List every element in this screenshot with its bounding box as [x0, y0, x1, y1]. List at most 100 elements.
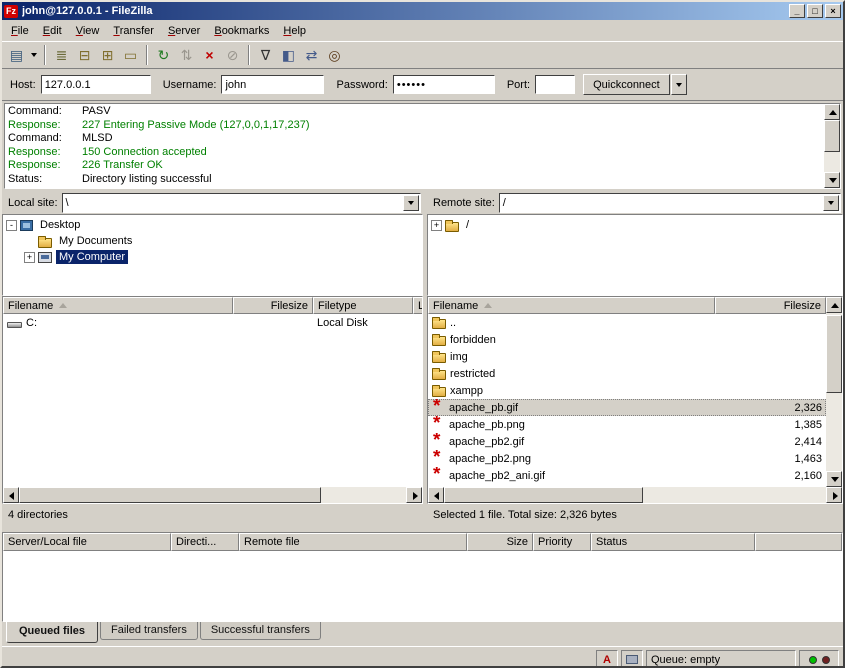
- column-header-status[interactable]: Status: [591, 533, 755, 551]
- combo-dropdown-button[interactable]: [823, 195, 839, 211]
- menu-help[interactable]: Help: [276, 22, 313, 40]
- cancel-button[interactable]: ×: [198, 44, 221, 66]
- column-header-last-modified[interactable]: L: [413, 297, 423, 314]
- title-bar[interactable]: Fz john@127.0.0.1 - FileZilla _ □ ×: [2, 2, 843, 20]
- collapse-icon[interactable]: -: [6, 220, 17, 231]
- menu-edit[interactable]: Edit: [36, 22, 69, 40]
- host-input[interactable]: [41, 75, 151, 94]
- scroll-down-icon[interactable]: [824, 172, 840, 188]
- image-file-icon: [432, 401, 445, 415]
- tree-item-my-documents[interactable]: My Documents: [4, 233, 421, 249]
- remote-horizontal-scrollbar[interactable]: [428, 487, 842, 503]
- remote-directory-tree: + /: [427, 214, 843, 296]
- tree-item-my-computer[interactable]: + My Computer: [4, 249, 421, 265]
- file-row[interactable]: xampp: [428, 382, 826, 399]
- scroll-down-icon[interactable]: [826, 471, 842, 487]
- scrollbar-thumb[interactable]: [444, 487, 643, 503]
- file-row[interactable]: ..: [428, 314, 826, 331]
- file-name: ..: [450, 317, 456, 329]
- port-input[interactable]: [535, 75, 575, 94]
- toggle-message-log-button[interactable]: ≣: [50, 44, 73, 66]
- toggle-remote-tree-button[interactable]: ⊞: [96, 44, 119, 66]
- toolbar-separator: [248, 45, 250, 65]
- quickconnect-button[interactable]: Quickconnect: [583, 74, 670, 95]
- sort-ascending-icon: [484, 303, 492, 308]
- file-row-selected[interactable]: apache_pb.gif 2,326: [428, 399, 826, 416]
- column-header-filesize[interactable]: Filesize: [715, 297, 826, 314]
- close-button[interactable]: ×: [825, 4, 841, 18]
- file-row[interactable]: apache_pb2.png 1,463: [428, 450, 826, 467]
- local-horizontal-scrollbar[interactable]: [3, 487, 422, 503]
- maximize-button[interactable]: □: [807, 4, 823, 18]
- log-line: Status:Directory listing successful: [8, 173, 821, 187]
- message-log-icon: ≣: [56, 48, 68, 62]
- menu-server[interactable]: Server: [161, 22, 207, 40]
- column-header-direction[interactable]: Directi...: [171, 533, 239, 551]
- find-button[interactable]: ◎: [323, 44, 346, 66]
- scroll-left-icon[interactable]: [428, 487, 444, 503]
- tree-item-label: My Documents: [56, 234, 135, 248]
- menu-transfer[interactable]: Transfer: [106, 22, 161, 40]
- scrollbar-track[interactable]: [824, 120, 840, 172]
- column-header-filename[interactable]: Filename: [3, 297, 233, 314]
- scrollbar-thumb[interactable]: [824, 120, 840, 152]
- quickconnect-dropdown[interactable]: [671, 74, 687, 95]
- file-row[interactable]: img: [428, 348, 826, 365]
- file-row[interactable]: forbidden: [428, 331, 826, 348]
- scrollbar-track[interactable]: [826, 313, 842, 471]
- scrollbar-thumb[interactable]: [19, 487, 321, 503]
- column-header-filename[interactable]: Filename: [428, 297, 715, 314]
- minimize-button[interactable]: _: [789, 4, 805, 18]
- scrollbar-thumb[interactable]: [826, 315, 842, 393]
- file-row[interactable]: restricted: [428, 365, 826, 382]
- raw-listing-indicator[interactable]: [621, 650, 643, 668]
- column-header-remote-file[interactable]: Remote file: [239, 533, 467, 551]
- tree-item-root[interactable]: + /: [429, 217, 841, 233]
- toggle-local-tree-button[interactable]: ⊟: [73, 44, 96, 66]
- filter-button[interactable]: ∇: [254, 44, 277, 66]
- file-row[interactable]: C: Local Disk: [3, 314, 422, 331]
- data-type-indicator[interactable]: A: [596, 650, 618, 668]
- site-manager-button[interactable]: ▤: [5, 44, 28, 66]
- site-manager-dropdown[interactable]: [28, 44, 40, 66]
- process-queue-button[interactable]: ⇅: [175, 44, 198, 66]
- scroll-right-icon[interactable]: [406, 487, 422, 503]
- expand-icon[interactable]: +: [24, 252, 35, 263]
- username-input[interactable]: [221, 75, 324, 94]
- scroll-right-icon[interactable]: [826, 487, 842, 503]
- column-header-size[interactable]: Size: [467, 533, 533, 551]
- menu-bookmarks[interactable]: Bookmarks: [207, 22, 276, 40]
- computer-icon: [38, 252, 52, 263]
- expand-icon[interactable]: +: [431, 220, 442, 231]
- remote-vertical-scrollbar[interactable]: [826, 297, 842, 487]
- file-row[interactable]: apache_pb.png 1,385: [428, 416, 826, 433]
- file-row[interactable]: apache_pb2.gif 2,414: [428, 433, 826, 450]
- queue-body[interactable]: [3, 551, 842, 621]
- scrollbar-track[interactable]: [444, 487, 826, 503]
- scroll-up-icon[interactable]: [826, 297, 842, 313]
- column-header-filesize[interactable]: Filesize: [233, 297, 313, 314]
- tree-item-desktop[interactable]: - Desktop: [4, 217, 421, 233]
- column-header-server-local-file[interactable]: Server/Local file: [3, 533, 171, 551]
- column-header-priority[interactable]: Priority: [533, 533, 591, 551]
- disconnect-button[interactable]: ⊘: [221, 44, 244, 66]
- password-input[interactable]: [393, 75, 495, 94]
- file-row[interactable]: apache_pb2_ani.gif 2,160: [428, 467, 826, 484]
- toggle-queue-button[interactable]: ▭: [119, 44, 142, 66]
- column-header-filetype[interactable]: Filetype: [313, 297, 413, 314]
- menu-file[interactable]: File: [4, 22, 36, 40]
- scroll-up-icon[interactable]: [824, 104, 840, 120]
- log-scrollbar[interactable]: [824, 104, 840, 188]
- tab-failed-transfers[interactable]: Failed transfers: [100, 622, 198, 640]
- tab-queued-files[interactable]: Queued files: [6, 622, 98, 643]
- combo-dropdown-button[interactable]: [403, 195, 419, 211]
- compare-button[interactable]: ◧: [277, 44, 300, 66]
- sync-browsing-button[interactable]: ⇄: [300, 44, 323, 66]
- tab-successful-transfers[interactable]: Successful transfers: [200, 622, 321, 640]
- scrollbar-track[interactable]: [19, 487, 406, 503]
- menu-view[interactable]: View: [69, 22, 107, 40]
- remote-site-combo[interactable]: /: [499, 193, 841, 213]
- refresh-button[interactable]: ↻: [152, 44, 175, 66]
- local-site-combo[interactable]: \: [62, 193, 421, 213]
- scroll-left-icon[interactable]: [3, 487, 19, 503]
